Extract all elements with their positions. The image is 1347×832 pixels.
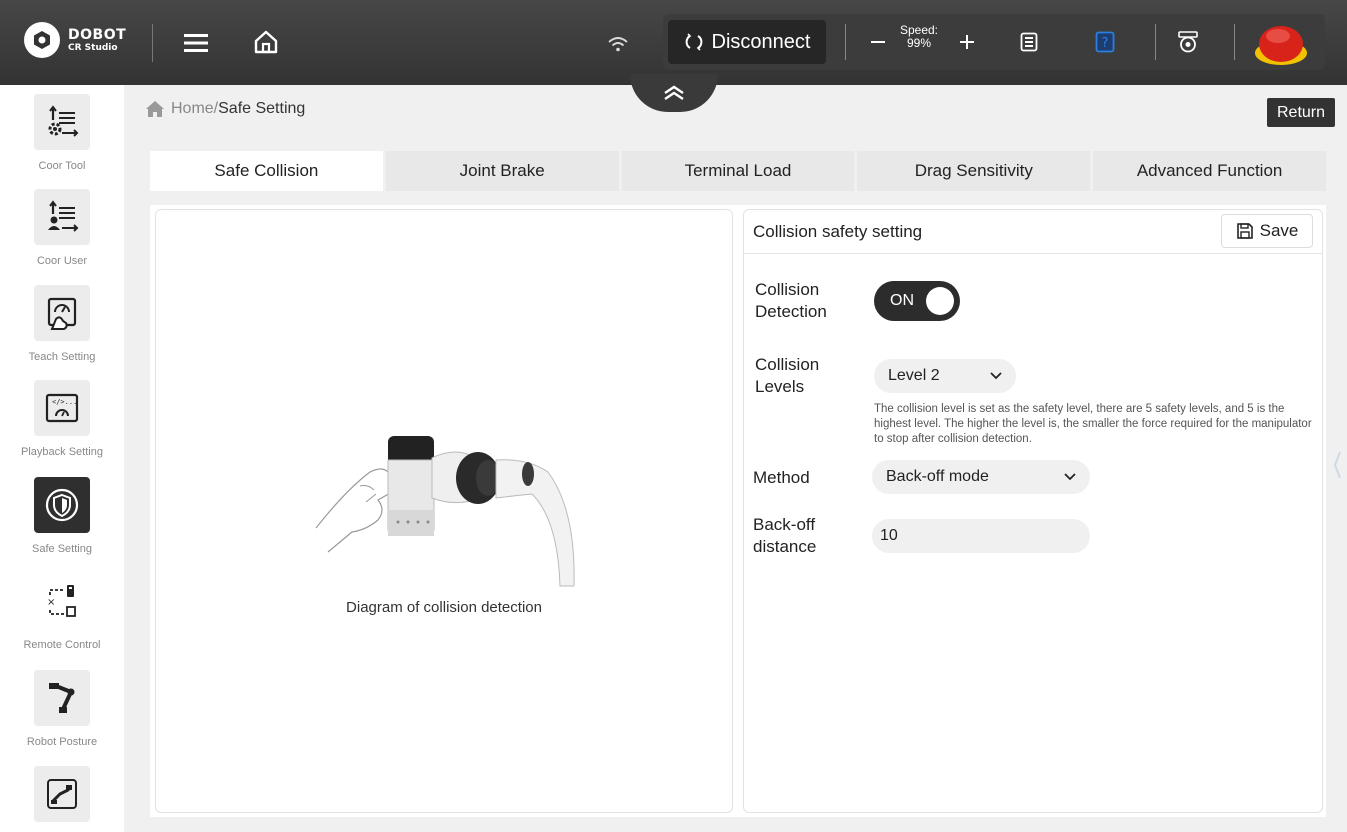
wifi-icon (604, 32, 632, 56)
tab-terminal-load[interactable]: Terminal Load (621, 151, 855, 191)
home-icon[interactable] (145, 100, 165, 118)
return-button[interactable]: Return (1267, 98, 1335, 127)
toggle-knob (926, 287, 954, 315)
label-line: Collision (755, 355, 820, 374)
label-line: Detection (755, 302, 827, 321)
label-line: Collision (755, 280, 820, 299)
select-value: Back-off mode (886, 468, 989, 485)
chevron-down-icon (990, 372, 1002, 380)
disconnect-icon (685, 33, 702, 51)
divider (1234, 24, 1235, 60)
diagram-panel (155, 209, 733, 813)
label-line: Back-off (753, 515, 816, 534)
emergency-stop-button[interactable] (1254, 17, 1308, 67)
sidebar-item-label: Robot Posture (26, 736, 98, 748)
robot-arm-icon (34, 670, 90, 726)
disconnect-label: Disconnect (711, 30, 811, 53)
collapse-topbar-button[interactable] (630, 74, 718, 112)
coor-tool-icon (34, 94, 90, 150)
product-name: CR Studio (68, 42, 118, 53)
collision-diagram-image (315, 436, 575, 587)
collision-detection-label: Collision Detection (755, 279, 827, 323)
emergency-stop-icon (1255, 26, 1307, 65)
playback-setting-icon: </>... (34, 380, 90, 436)
sidebar-item-coor-user[interactable]: Coor User (0, 189, 124, 267)
diagram-caption: Diagram of collision detection (346, 599, 542, 616)
method-select[interactable]: Back-off mode (872, 460, 1090, 494)
chevron-down-icon (1064, 473, 1076, 481)
select-value: Level 2 (888, 367, 940, 384)
sidebar-item-robot-posture[interactable]: Robot Posture (0, 670, 124, 748)
save-button[interactable]: Save (1221, 214, 1313, 248)
speed-decrease-button[interactable] (866, 30, 890, 54)
divider (1155, 24, 1156, 60)
backoff-distance-input[interactable]: 10 (872, 519, 1090, 553)
plus-icon (960, 35, 974, 49)
brand-name: DOBOT (68, 26, 127, 43)
menu-icon[interactable] (180, 28, 212, 58)
tab-advanced-function[interactable]: Advanced Function (1093, 151, 1326, 191)
settings-panel (743, 209, 1323, 813)
sidebar-item-coor-tool[interactable]: Coor Tool (0, 94, 124, 172)
sidebar-item-label: Safe Setting (32, 543, 92, 555)
sidebar-item-safe-setting[interactable]: Safe Setting (0, 477, 124, 555)
remote-control-icon: × (34, 573, 90, 629)
shield-icon (34, 477, 90, 533)
home-icon[interactable] (250, 26, 282, 58)
tab-joint-brake[interactable]: Joint Brake (385, 151, 619, 191)
save-label: Save (1259, 221, 1299, 240)
sidebar-item-label: Teach Setting (28, 351, 96, 363)
sidebar-item-label: Playback Setting (21, 446, 103, 458)
teach-setting-icon (34, 285, 90, 341)
speed-increase-button[interactable] (955, 30, 979, 54)
double-chevron-up-icon (664, 85, 684, 100)
breadcrumb-home[interactable]: Home/ (171, 100, 218, 117)
backoff-distance-label: Back-off distance (753, 514, 816, 558)
robot-base-icon (34, 766, 90, 822)
divider (845, 24, 846, 60)
sidebar-item-remote-control[interactable]: × Remote Control (0, 573, 124, 651)
camera-icon[interactable] (1174, 27, 1202, 57)
tab-drag-sensitivity[interactable]: Drag Sensitivity (857, 151, 1091, 191)
speed-readout: Speed: 99% (897, 24, 941, 50)
label-line: Levels (755, 377, 805, 396)
label-line: distance (753, 537, 817, 556)
tab-bar: Safe Collision Joint Brake Terminal Load… (150, 151, 1326, 191)
svg-text:</>...: </>... (52, 398, 77, 406)
coor-user-icon (34, 189, 90, 245)
minus-icon (871, 41, 885, 43)
dobot-logo-icon (24, 22, 60, 58)
breadcrumb: Home/Safe Setting (145, 100, 305, 118)
settings-title: Collision safety setting (753, 222, 923, 241)
speed-value: 99% (906, 36, 932, 50)
collision-levels-label: Collision Levels (755, 354, 819, 398)
app-logo: DOBOT CR Studio (24, 22, 126, 58)
sidebar-item-teach-setting[interactable]: Teach Setting (0, 285, 124, 363)
log-icon[interactable] (1016, 28, 1042, 56)
help-icon[interactable]: ? (1092, 28, 1118, 56)
save-icon (1236, 223, 1253, 239)
toggle-state: ON (890, 292, 914, 309)
collision-level-help: The collision level is set as the safety… (874, 403, 1312, 445)
collision-detection-toggle[interactable]: ON (874, 281, 960, 321)
sidebar-item-label: Coor Tool (38, 160, 86, 172)
sidebar-item-label: Coor User (36, 255, 88, 267)
svg-text:×: × (47, 597, 55, 608)
sidebar-item-playback-setting[interactable]: </>... Playback Setting (0, 380, 124, 458)
disconnect-button[interactable]: Disconnect (668, 20, 826, 64)
collision-level-select[interactable]: Level 2 (874, 359, 1016, 393)
breadcrumb-current: Safe Setting (218, 100, 306, 117)
method-label: Method (753, 468, 810, 487)
sidebar-item-robot-base[interactable] (0, 766, 124, 822)
divider (152, 24, 153, 62)
sidebar-item-label: Remote Control (23, 639, 101, 651)
tab-safe-collision[interactable]: Safe Collision (150, 151, 383, 191)
svg-text:?: ? (1102, 36, 1109, 51)
side-panel-handle[interactable] (1332, 448, 1342, 482)
